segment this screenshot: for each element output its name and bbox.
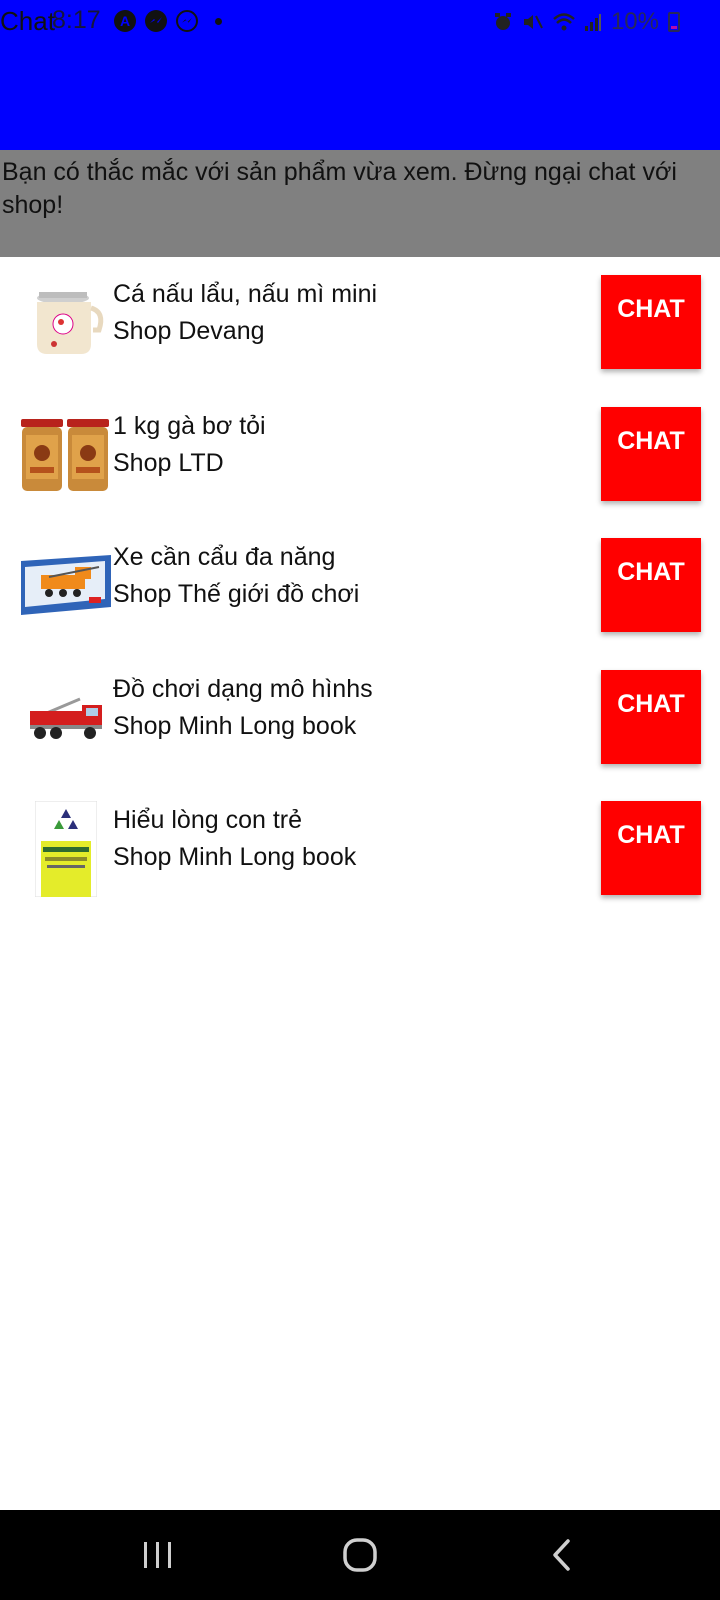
app-screen: Chat 8:17 A 10% Bạn có thắc mắc với sản …	[0, 0, 720, 1600]
list-item: Đồ chơi dạng mô hìnhs Shop Minh Long boo…	[0, 652, 720, 784]
list-item: Cá nấu lẩu, nấu mì mini Shop Devang CHAT	[0, 257, 720, 389]
dot-icon	[215, 17, 222, 25]
fire-truck-model-image	[18, 670, 114, 766]
chat-button-label: CHAT	[617, 295, 685, 323]
list-item: 1 kg gà bơ tỏi Shop LTD CHAT	[0, 389, 720, 521]
back-button[interactable]	[532, 1532, 592, 1578]
chat-button-label: CHAT	[617, 426, 685, 455]
alarm-icon	[494, 13, 511, 30]
back-icon	[553, 1539, 570, 1571]
battery-percent: 10%	[610, 8, 659, 35]
battery-icon	[668, 12, 680, 32]
system-status-icons: 10%	[493, 8, 680, 36]
shop-name[interactable]: Shop Minh Long book	[113, 712, 356, 741]
status-bar: Chat 8:17 A 10%	[0, 0, 720, 44]
product-name[interactable]: 1 kg gà bơ tỏi	[113, 412, 266, 441]
chat-button-label: CHAT	[617, 689, 685, 718]
messenger-alt-icon	[176, 10, 198, 32]
shop-name[interactable]: Shop Minh Long book	[113, 843, 356, 872]
chat-button[interactable]: CHAT	[601, 406, 701, 501]
notification-icons: A	[114, 10, 222, 32]
product-name[interactable]: Xe cần cẩu đa năng	[113, 543, 335, 572]
app-bar: Chat 8:17 A 10%	[0, 0, 720, 150]
shop-name[interactable]: Shop Devang	[113, 317, 265, 346]
chat-button-label: CHAT	[617, 821, 685, 849]
snack-jars-image	[18, 407, 114, 503]
status-time: 8:17	[52, 6, 101, 34]
chat-button[interactable]: CHAT	[601, 801, 701, 895]
system-nav-bar	[0, 1510, 720, 1600]
product-name[interactable]: Đồ chơi dạng mô hìnhs	[113, 675, 373, 704]
book-cover-image	[18, 801, 114, 897]
home-icon	[343, 1538, 377, 1572]
messenger-icon	[145, 10, 167, 32]
chat-button[interactable]: CHAT	[601, 275, 701, 369]
chat-button-label: CHAT	[617, 558, 685, 586]
a-circle-icon: A	[114, 10, 136, 32]
wifi-icon	[553, 13, 575, 31]
notice-banner: Bạn có thắc mắc với sản phẩm vừa xem. Đừ…	[0, 150, 720, 257]
chat-button[interactable]: CHAT	[601, 538, 701, 632]
electric-pot-image	[18, 275, 114, 371]
list-item: Xe cần cẩu đa năng Shop Thế giới đồ chơi…	[0, 520, 720, 652]
crane-toy-box-image	[18, 538, 114, 634]
shop-name[interactable]: Shop Thế giới đồ chơi	[113, 580, 359, 609]
home-button[interactable]	[330, 1532, 390, 1578]
signal-icon	[584, 14, 601, 31]
shop-name[interactable]: Shop LTD	[113, 449, 224, 478]
product-list: Cá nấu lẩu, nấu mì mini Shop Devang CHAT	[0, 257, 720, 915]
product-name[interactable]: Hiểu lòng con trẻ	[113, 806, 302, 835]
mute-icon	[523, 15, 543, 29]
list-item: Hiểu lòng con trẻ Shop Minh Long book CH…	[0, 783, 720, 915]
app-title: Chat	[0, 6, 55, 36]
notice-text: Bạn có thắc mắc với sản phẩm vừa xem. Đừ…	[2, 158, 677, 219]
chat-button[interactable]: CHAT	[601, 669, 701, 764]
recent-apps-button[interactable]	[128, 1532, 188, 1578]
product-name[interactable]: Cá nấu lẩu, nấu mì mini	[113, 280, 377, 309]
recent-apps-icon	[144, 1542, 171, 1568]
